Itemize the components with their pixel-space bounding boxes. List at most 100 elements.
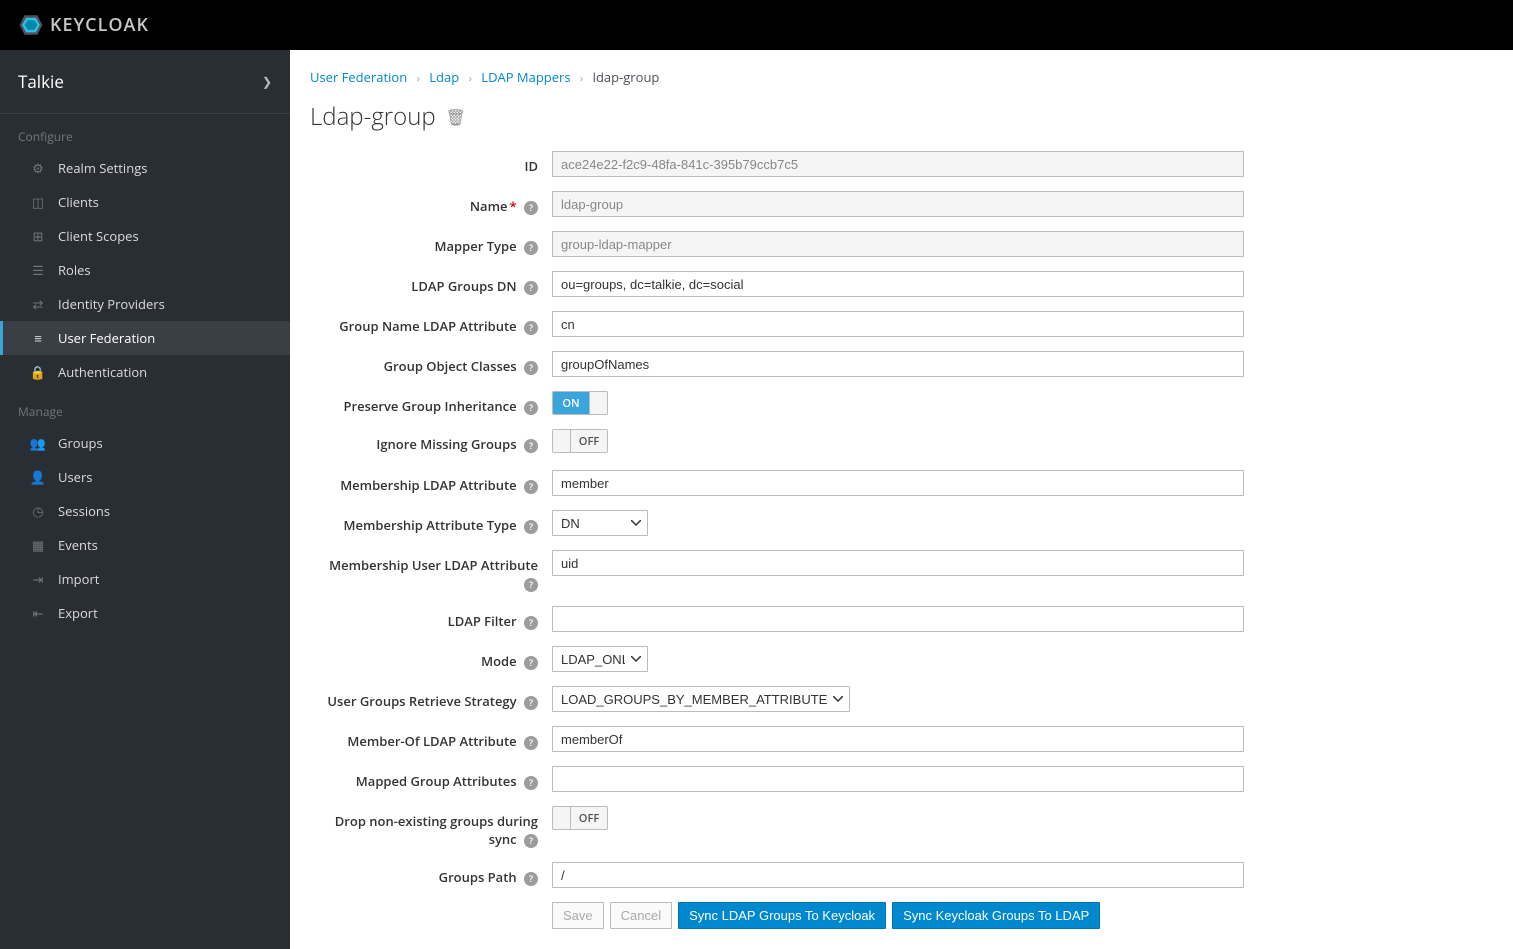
group-obj-classes-input[interactable] (552, 351, 1244, 377)
help-icon[interactable]: ? (524, 281, 538, 295)
field-label-drop-nonexist: Drop non-existing groups during sync ? (310, 806, 552, 848)
sidebar-item-events[interactable]: ▦ Events (0, 528, 290, 562)
help-icon[interactable]: ? (524, 578, 538, 592)
group-name-attr-input[interactable] (552, 311, 1244, 337)
field-label-mapped-attrs: Mapped Group Attributes ? (310, 766, 552, 790)
help-icon[interactable]: ? (524, 241, 538, 255)
sidebar-item-label: Client Scopes (58, 227, 139, 245)
save-button[interactable]: Save (552, 902, 604, 929)
realm-name: Talkie (18, 70, 64, 93)
toggle-knob (553, 807, 571, 829)
clock-icon: ◷ (30, 503, 46, 519)
help-icon[interactable]: ? (524, 361, 538, 375)
field-label-group-name-attr: Group Name LDAP Attribute ? (310, 311, 552, 335)
brand-text: KEYCLOAK (50, 13, 149, 37)
sync-to-ldap-button[interactable]: Sync Keycloak Groups To LDAP (892, 902, 1100, 929)
membership-type-select[interactable]: DN (552, 510, 648, 536)
field-label-id: ID (310, 151, 552, 175)
sidebar-item-import[interactable]: ⇥Import (0, 562, 290, 596)
export-icon: ⇤ (30, 605, 46, 621)
field-label-group-obj-classes: Group Object Classes ? (310, 351, 552, 375)
cube-icon: ◫ (30, 194, 46, 210)
toggle-on-label: ON (553, 392, 589, 414)
sidebar-item-identity-providers[interactable]: ⇄Identity Providers (0, 287, 290, 321)
sliders-icon: ⚙ (30, 160, 46, 176)
sidebar-item-authentication[interactable]: 🔒Authentication (0, 355, 290, 389)
membership-user-attr-input[interactable] (552, 550, 1244, 576)
cancel-button[interactable]: Cancel (610, 902, 672, 929)
topbar: KEYCLOAK (0, 0, 1513, 50)
sidebar-item-label: Users (58, 468, 92, 486)
memberof-attr-input[interactable] (552, 726, 1244, 752)
field-label-name: Name* ? (310, 191, 552, 215)
help-icon[interactable]: ? (524, 872, 538, 886)
help-icon[interactable]: ? (524, 321, 538, 335)
breadcrumb-link[interactable]: Ldap (429, 68, 459, 86)
user-icon: 👤 (30, 469, 46, 485)
field-label-retrieve-strategy: User Groups Retrieve Strategy ? (310, 686, 552, 710)
realm-selector[interactable]: Talkie ❯ (0, 50, 290, 114)
toggle-knob (553, 430, 571, 452)
sidebar-item-label: Groups (58, 434, 103, 452)
preserve-inherit-toggle[interactable]: ON OFF (552, 391, 608, 415)
drop-nonexist-toggle[interactable]: ON OFF (552, 806, 608, 830)
sidebar-item-label: User Federation (58, 329, 155, 347)
toggle-off-label: OFF (571, 430, 607, 452)
help-icon[interactable]: ? (524, 520, 538, 534)
mapped-attrs-input[interactable] (552, 766, 1244, 792)
ldap-filter-input[interactable] (552, 606, 1244, 632)
sidebar-item-label: Clients (58, 193, 99, 211)
calendar-icon: ▦ (30, 537, 46, 553)
help-icon[interactable]: ? (524, 776, 538, 790)
sidebar-item-label: Events (58, 536, 98, 554)
sync-to-keycloak-button[interactable]: Sync LDAP Groups To Keycloak (678, 902, 886, 929)
id-input (552, 151, 1244, 177)
help-icon[interactable]: ? (524, 401, 538, 415)
chevron-right-icon: › (580, 71, 583, 86)
sidebar-item-realm-settings[interactable]: ⚙Realm Settings (0, 151, 290, 185)
field-label-membership-type: Membership Attribute Type ? (310, 510, 552, 534)
breadcrumb-current: ldap-group (593, 68, 660, 86)
ldap-groups-dn-input[interactable] (552, 271, 1244, 297)
sidebar-item-client-scopes[interactable]: ⊞Client Scopes (0, 219, 290, 253)
keycloak-icon (18, 12, 44, 38)
sidebar-section-configure: Configure (0, 114, 290, 151)
help-icon[interactable]: ? (524, 480, 538, 494)
brand-logo[interactable]: KEYCLOAK (18, 12, 149, 38)
sidebar-item-groups[interactable]: 👥Groups (0, 426, 290, 460)
breadcrumb-link[interactable]: User Federation (310, 68, 407, 86)
retrieve-strategy-select[interactable]: LOAD_GROUPS_BY_MEMBER_ATTRIBUTE (552, 686, 850, 712)
sidebar-item-label: Sessions (58, 502, 110, 520)
chevron-right-icon: › (469, 71, 472, 86)
main-content: User Federation › Ldap › LDAP Mappers › … (290, 50, 1513, 949)
field-label-mapper-type: Mapper Type ? (310, 231, 552, 255)
sidebar-item-export[interactable]: ⇤Export (0, 596, 290, 630)
field-label-ignore-missing: Ignore Missing Groups ? (310, 429, 552, 453)
page-title: Ldap-group 🗑 (310, 100, 1493, 133)
sidebar-item-sessions[interactable]: ◷ Sessions (0, 494, 290, 528)
sidebar-item-user-federation[interactable]: ≡User Federation (0, 321, 290, 355)
sidebar-section-manage: Manage (0, 389, 290, 426)
field-label-membership-user-attr: Membership User LDAP Attribute ? (310, 550, 552, 592)
help-icon[interactable]: ? (524, 696, 538, 710)
field-label-ldap-filter: LDAP Filter ? (310, 606, 552, 630)
sidebar-item-roles[interactable]: ☰Roles (0, 253, 290, 287)
sidebar-item-clients[interactable]: ◫ Clients (0, 185, 290, 219)
ignore-missing-toggle[interactable]: ON OFF (552, 429, 608, 453)
breadcrumb-link[interactable]: LDAP Mappers (481, 68, 570, 86)
help-icon[interactable]: ? (524, 201, 538, 215)
chevron-right-icon: › (417, 71, 420, 86)
mode-select[interactable]: LDAP_ONLY (552, 646, 648, 672)
help-icon[interactable]: ? (524, 656, 538, 670)
sidebar-item-users[interactable]: 👤 Users (0, 460, 290, 494)
help-icon[interactable]: ? (524, 834, 538, 848)
lock-icon: 🔒 (30, 364, 46, 380)
membership-attr-input[interactable] (552, 470, 1244, 496)
help-icon[interactable]: ? (524, 439, 538, 453)
groups-path-input[interactable] (552, 862, 1244, 888)
trash-icon[interactable]: 🗑 (446, 106, 466, 128)
field-label-mode: Mode ? (310, 646, 552, 670)
help-icon[interactable]: ? (524, 736, 538, 750)
sidebar-item-label: Roles (58, 261, 91, 279)
help-icon[interactable]: ? (524, 616, 538, 630)
